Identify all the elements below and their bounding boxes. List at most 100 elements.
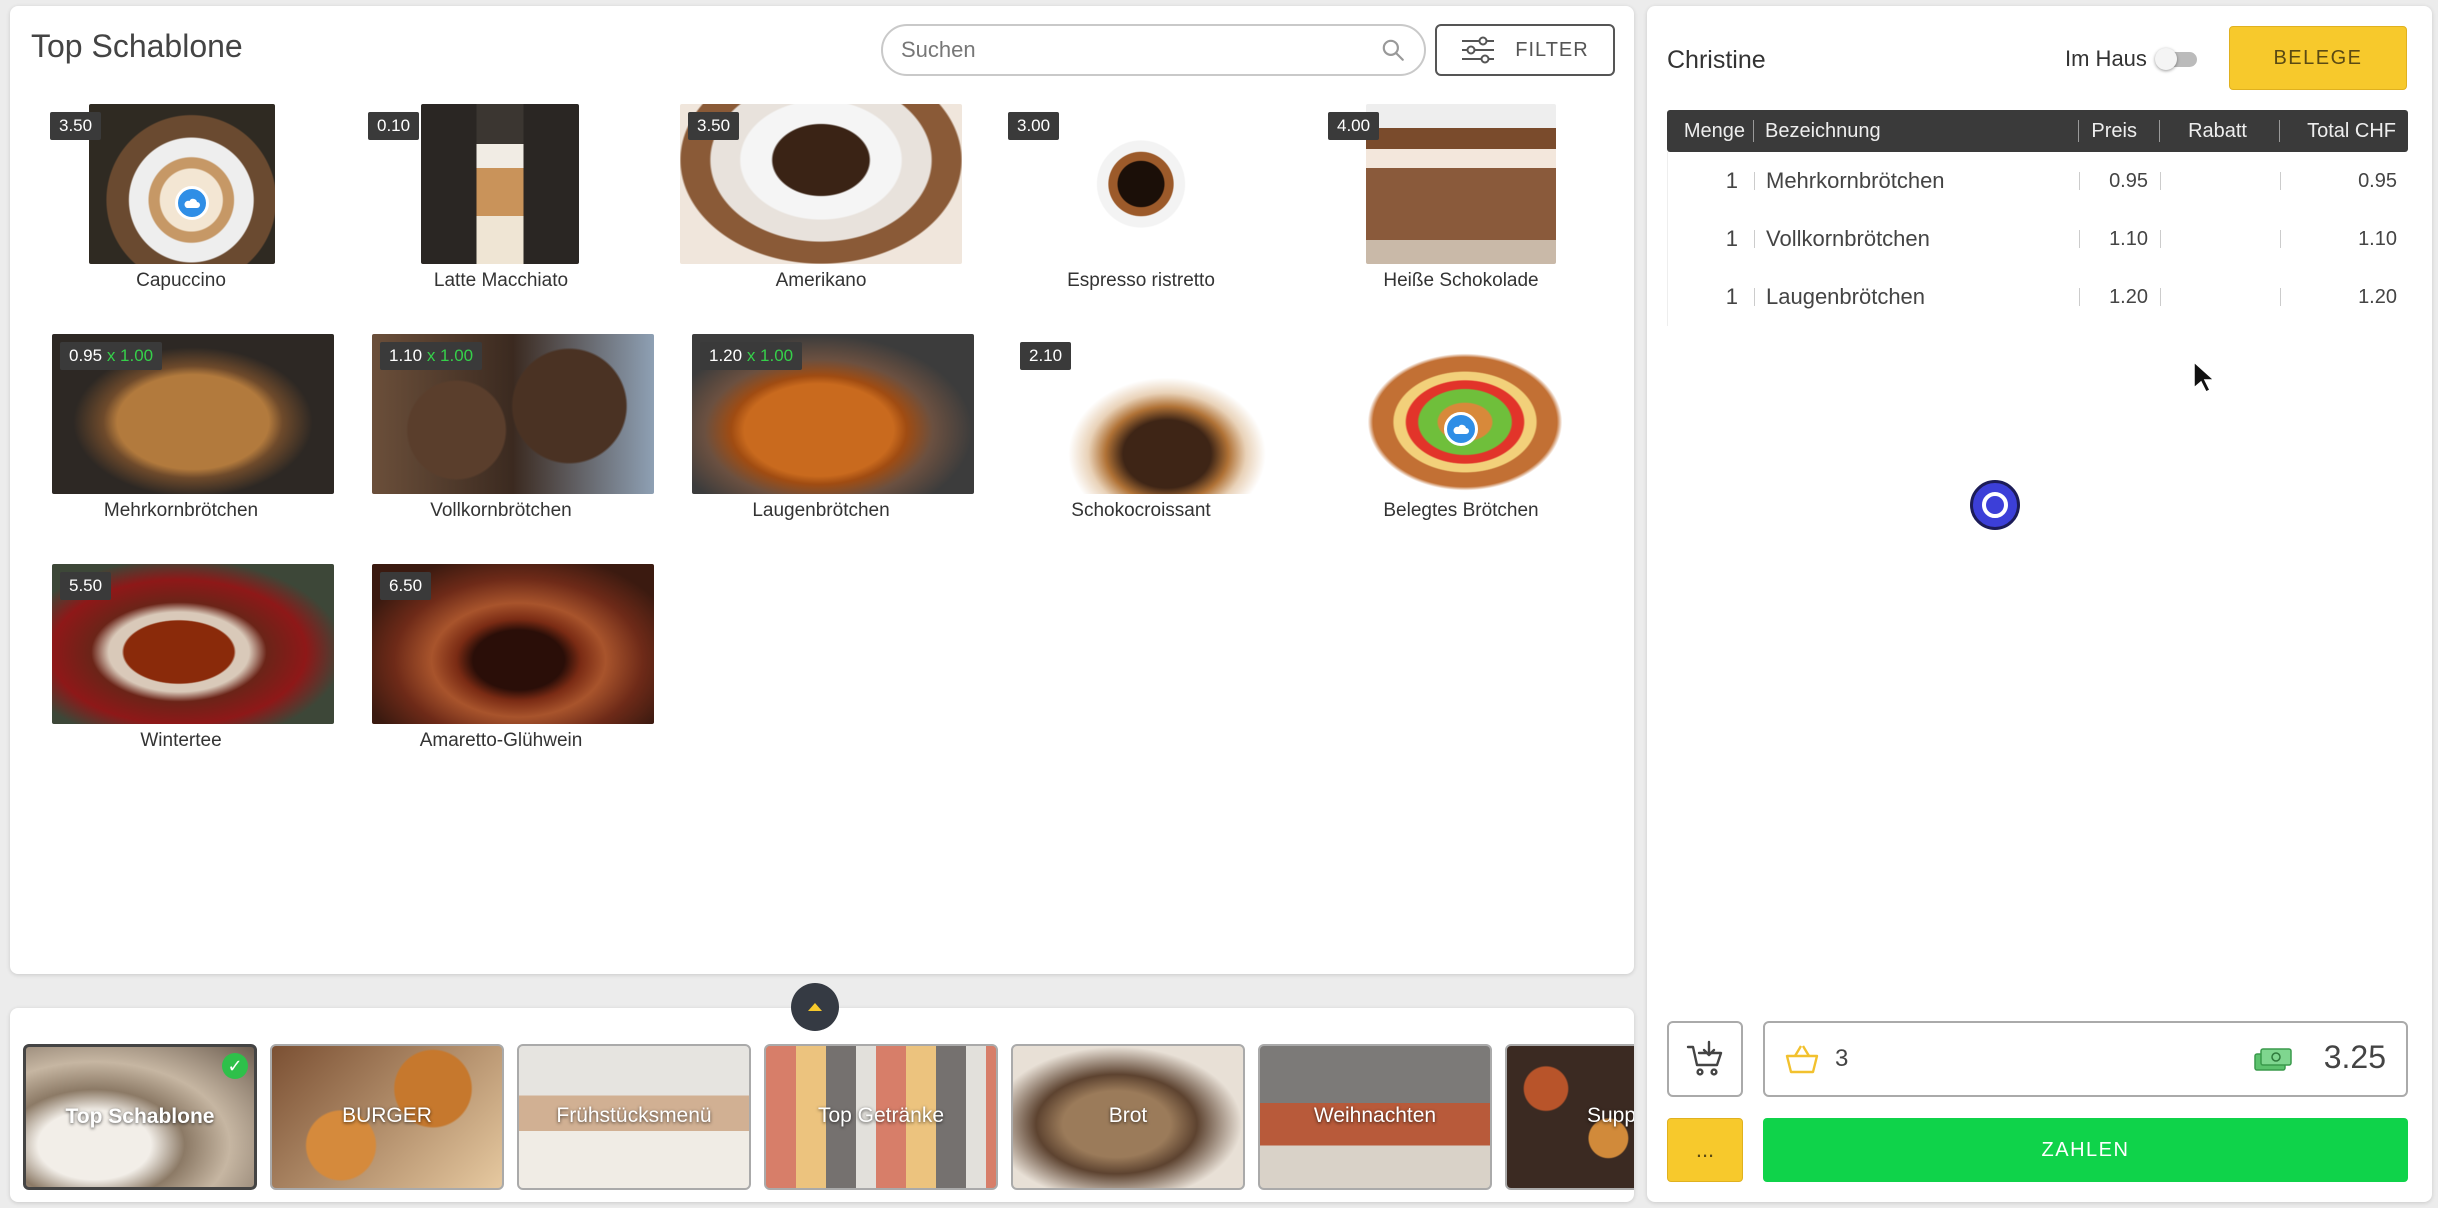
order-row[interactable]: 1 Vollkornbrötchen 1.10 1.10 <box>1667 210 2408 268</box>
category-suppen[interactable]: Supp <box>1505 1044 1634 1190</box>
price-badge: 5.50 <box>60 572 112 600</box>
cart-download-icon <box>1686 1040 1723 1076</box>
category-label: BURGER <box>342 1104 432 1127</box>
price-badge: 6.50 <box>380 572 432 600</box>
cash-icon <box>2254 1048 2292 1071</box>
price-badge: 1.10 x 1.00 <box>380 342 483 370</box>
product-tile[interactable]: 3.50 Capuccino <box>40 104 322 300</box>
order-panel: Christine Im Haus BELEGE Menge Bezeichnu… <box>1647 6 2432 1202</box>
price-badge: 0.10 <box>368 112 420 140</box>
product-tile[interactable]: 1.20 x 1.00 Laugenbrötchen <box>680 334 974 530</box>
price-badge: 3.00 <box>1008 112 1060 140</box>
product-image <box>1366 104 1556 264</box>
product-name: Laugenbrötchen <box>752 500 890 521</box>
search-field[interactable] <box>881 24 1426 76</box>
category-label: Supp <box>1587 1104 1634 1127</box>
category-label: Top Getränke <box>817 1104 945 1127</box>
filter-button[interactable]: FILTER <box>1435 24 1615 76</box>
category-fruehstuecksmenue[interactable]: Frühstücksmenü <box>517 1044 751 1190</box>
price-badge: 4.00 <box>1328 112 1380 140</box>
price-badge: 1.20 x 1.00 <box>700 342 803 370</box>
row-price: 1.20 <box>2109 286 2148 308</box>
category-top-getraenke[interactable]: Top Getränke <box>764 1044 998 1190</box>
product-tile[interactable]: 3.00 Espresso ristretto <box>1000 104 1282 300</box>
product-name: Latte Macchiato <box>433 270 569 291</box>
basket-icon <box>1785 1045 1819 1074</box>
column-header-discount: Rabatt <box>2188 120 2247 142</box>
order-row[interactable]: 1 Laugenbrötchen 1.20 1.20 <box>1667 268 2408 326</box>
order-row[interactable]: 1 Mehrkornbrötchen 0.95 0.95 <box>1667 152 2408 210</box>
mouse-pointer-icon <box>2193 360 2216 394</box>
price-badge: 3.50 <box>50 112 102 140</box>
column-header-name: Bezeichnung <box>1765 120 1881 142</box>
row-price: 0.95 <box>2109 170 2148 192</box>
product-tile[interactable]: 4.00 Heiße Schokolade <box>1320 104 1602 300</box>
product-name: Wintertee <box>140 730 222 751</box>
category-weihnachten[interactable]: Weihnachten <box>1258 1044 1492 1190</box>
order-table-header: Menge Bezeichnung Preis Rabatt Total CHF <box>1667 110 2408 152</box>
product-tile[interactable]: 0.95 x 1.00 Mehrkornbrötchen <box>40 334 334 530</box>
row-qty: 1 <box>1725 284 1738 309</box>
category-burger[interactable]: BURGER <box>270 1044 504 1190</box>
order-table: Menge Bezeichnung Preis Rabatt Total CHF… <box>1667 110 2408 326</box>
grand-total: 3.25 <box>2323 1039 2386 1075</box>
product-tile[interactable]: Belegtes Brötchen <box>1320 334 1602 530</box>
column-header-total: Total CHF <box>2307 120 2396 142</box>
product-tile[interactable]: 3.50 Amerikano <box>680 104 962 300</box>
product-name: Amaretto-Glühwein <box>419 730 583 751</box>
category-label: Brot <box>1108 1104 1148 1127</box>
row-price: 1.10 <box>2109 228 2148 250</box>
product-name: Capuccino <box>136 270 226 291</box>
im-haus-label: Im Haus <box>2065 46 2147 71</box>
product-tile[interactable]: 2.10 Schokocroissant <box>1000 334 1294 530</box>
category-label: Frühstücksmenü <box>556 1104 712 1127</box>
row-name: Vollkornbrötchen <box>1766 226 1930 251</box>
page-title: Top Schablone <box>31 28 243 64</box>
search-input[interactable] <box>901 37 1380 63</box>
belege-button[interactable]: BELEGE <box>2229 26 2407 90</box>
cloud-icon <box>175 186 209 220</box>
more-options-button[interactable]: ... <box>1667 1118 1743 1182</box>
row-name: Mehrkornbrötchen <box>1766 168 1945 193</box>
product-tile[interactable]: 0.10 Latte Macchiato <box>360 104 642 300</box>
caret-up-icon <box>808 1003 822 1011</box>
row-total: 1.20 <box>2358 286 2397 308</box>
product-name: Vollkornbrötchen <box>430 500 572 521</box>
product-name: Heiße Schokolade <box>1383 270 1539 291</box>
product-tile[interactable]: 1.10 x 1.00 Vollkornbrötchen <box>360 334 654 530</box>
product-name: Espresso ristretto <box>1067 270 1215 291</box>
price-badge: 3.50 <box>688 112 740 140</box>
category-strip: Top Schablone ✓ BURGER Frühstücksmenü To… <box>10 1008 1634 1202</box>
filter-label: FILTER <box>1515 38 1589 61</box>
row-name: Laugenbrötchen <box>1766 284 1926 309</box>
product-tile[interactable]: 6.50 Amaretto-Glühwein <box>360 564 654 760</box>
product-image <box>89 104 275 264</box>
column-header-price: Preis <box>2091 120 2137 142</box>
category-brot[interactable]: Brot <box>1011 1044 1245 1190</box>
category-top-schablone[interactable]: Top Schablone ✓ <box>23 1044 257 1190</box>
product-name: Belegtes Brötchen <box>1383 500 1539 521</box>
row-qty: 1 <box>1725 168 1738 193</box>
price-badge: 2.10 <box>1020 342 1072 370</box>
product-name: Amerikano <box>775 270 867 291</box>
row-qty: 1 <box>1725 226 1738 251</box>
cart-button[interactable] <box>1667 1021 1743 1097</box>
row-total: 1.10 <box>2358 228 2397 250</box>
product-image <box>421 104 579 264</box>
category-label: Weihnachten <box>1313 1104 1437 1127</box>
sliders-icon <box>1462 36 1495 64</box>
pay-button[interactable]: ZAHLEN <box>1763 1118 2408 1182</box>
category-label: Top Schablone <box>65 1105 215 1128</box>
product-tile[interactable]: 5.50 Wintertee <box>40 564 334 760</box>
cloud-icon <box>1444 412 1478 446</box>
item-count: 3 <box>1835 1045 1849 1072</box>
product-name: Schokocroissant <box>1071 500 1211 521</box>
row-total: 0.95 <box>2358 170 2397 192</box>
products-panel: Top Schablone FILTER 3.50 Capuccino 0.10… <box>10 6 1634 974</box>
collapse-categories-button[interactable] <box>791 983 839 1031</box>
column-header-qty: Menge <box>1683 120 1745 142</box>
im-haus-toggle[interactable] <box>2155 48 2199 70</box>
order-summary: 3 3.25 <box>1763 1021 2408 1097</box>
search-icon <box>1382 39 1404 61</box>
touch-indicator-icon <box>1970 480 2020 530</box>
